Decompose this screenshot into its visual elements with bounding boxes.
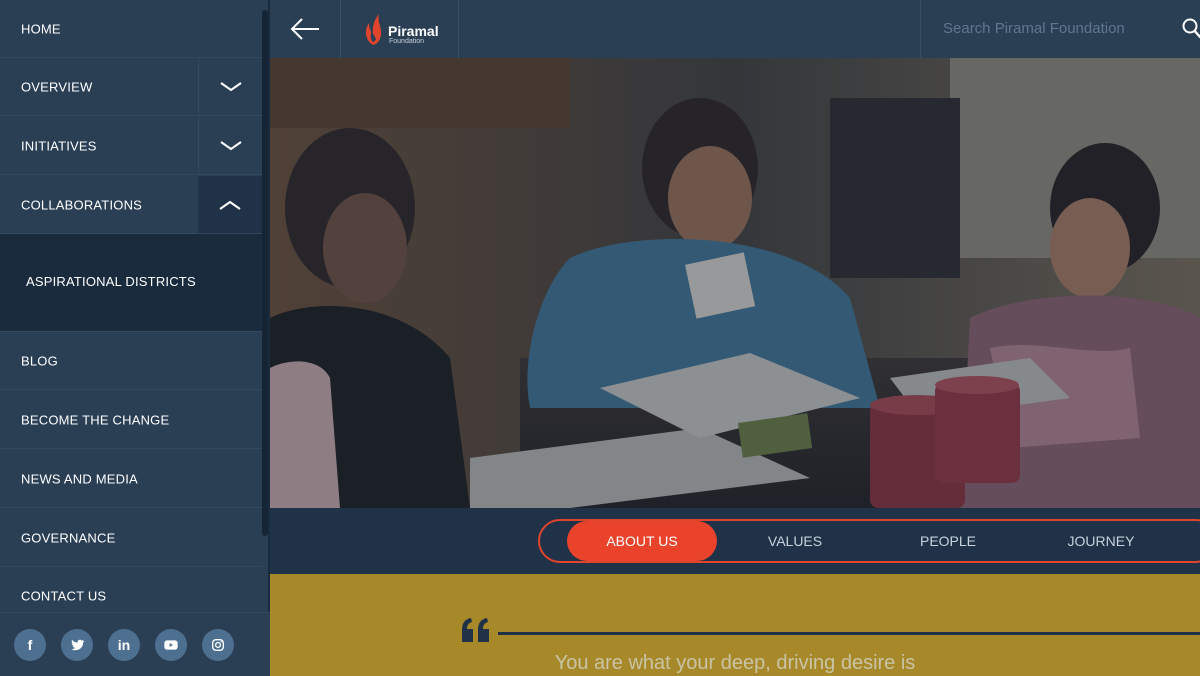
tab-bar: ABOUT US VALUES PEOPLE JOURNEY <box>538 519 1200 563</box>
youtube-icon[interactable] <box>155 628 187 661</box>
search-input[interactable] <box>943 20 1163 37</box>
social-links: f in <box>0 612 270 676</box>
sidebar-item-become-the-change[interactable]: BECOME THE CHANGE <box>0 391 262 449</box>
tab-about-us[interactable]: ABOUT US <box>567 521 717 561</box>
piramal-logo[interactable]: Piramal Foundation <box>342 0 459 58</box>
sidebar-item-label: OVERVIEW <box>21 79 93 94</box>
tab-journey[interactable]: JOURNEY <box>1026 521 1176 561</box>
sidebar-item-label: GOVERNANCE <box>21 530 116 545</box>
sidebar-item-label: COLLABORATIONS <box>21 197 143 212</box>
sidebar-item-label: CONTACT US <box>21 588 107 604</box>
tab-people[interactable]: PEOPLE <box>873 521 1023 561</box>
sidebar-item-label: INITIATIVES <box>21 138 97 153</box>
expand-initiatives-toggle[interactable] <box>198 117 262 174</box>
sidebar-item-collaborations[interactable]: COLLABORATIONS <box>0 176 262 234</box>
collapse-collaborations-toggle[interactable] <box>198 176 262 233</box>
sidebar-item-initiatives[interactable]: INITIATIVES <box>0 117 262 175</box>
sidebar-item-label: NEWS AND MEDIA <box>21 471 138 486</box>
expand-overview-toggle[interactable] <box>198 58 262 115</box>
linkedin-icon[interactable]: in <box>108 628 140 661</box>
sidebar-item-label: BECOME THE CHANGE <box>21 412 170 427</box>
search-icon[interactable] <box>1182 18 1200 40</box>
section-tabs: ABOUT US VALUES PEOPLE JOURNEY <box>270 508 1200 574</box>
twitter-icon[interactable] <box>61 628 93 661</box>
tab-values[interactable]: VALUES <box>720 521 870 561</box>
sidebar-item-governance[interactable]: GOVERNANCE <box>0 509 262 567</box>
sidebar: HOME OVERVIEW INITIATIVES COLLABORATIONS… <box>0 0 270 676</box>
sidebar-item-label: HOME <box>21 21 61 36</box>
instagram-icon[interactable] <box>202 628 234 661</box>
chevron-down-icon <box>219 81 242 91</box>
sidebar-item-overview[interactable]: OVERVIEW <box>0 58 262 116</box>
quote-section: You are what your deep, driving desire i… <box>270 574 1200 676</box>
quote-divider <box>498 632 1200 635</box>
flame-logo-icon <box>365 14 382 45</box>
chevron-down-icon <box>219 140 242 150</box>
sidebar-item-news-and-media[interactable]: NEWS AND MEDIA <box>0 450 262 508</box>
quote-mark-icon <box>462 618 489 642</box>
top-header: Piramal Foundation <box>270 0 1200 58</box>
logo-wordmark: Piramal <box>388 23 439 39</box>
submenu-item-aspirational-districts[interactable]: ASPIRATIONAL DISTRICTS <box>26 274 196 289</box>
hero-photo <box>270 58 1200 508</box>
logo-subtitle: Foundation <box>389 38 425 45</box>
sidebar-item-home[interactable]: HOME <box>0 0 262 58</box>
hero-illustration <box>270 58 1200 508</box>
sidebar-item-label: BLOG <box>21 353 58 368</box>
search-box <box>920 0 1200 58</box>
quote-text: You are what your deep, driving desire i… <box>554 652 916 674</box>
facebook-icon[interactable]: f <box>14 628 46 661</box>
collaborations-submenu: ASPIRATIONAL DISTRICTS <box>0 234 262 332</box>
arrow-left-icon <box>290 18 319 40</box>
sidebar-item-blog[interactable]: BLOG <box>0 332 262 390</box>
chevron-up-icon <box>219 200 241 210</box>
back-button[interactable] <box>270 0 341 58</box>
